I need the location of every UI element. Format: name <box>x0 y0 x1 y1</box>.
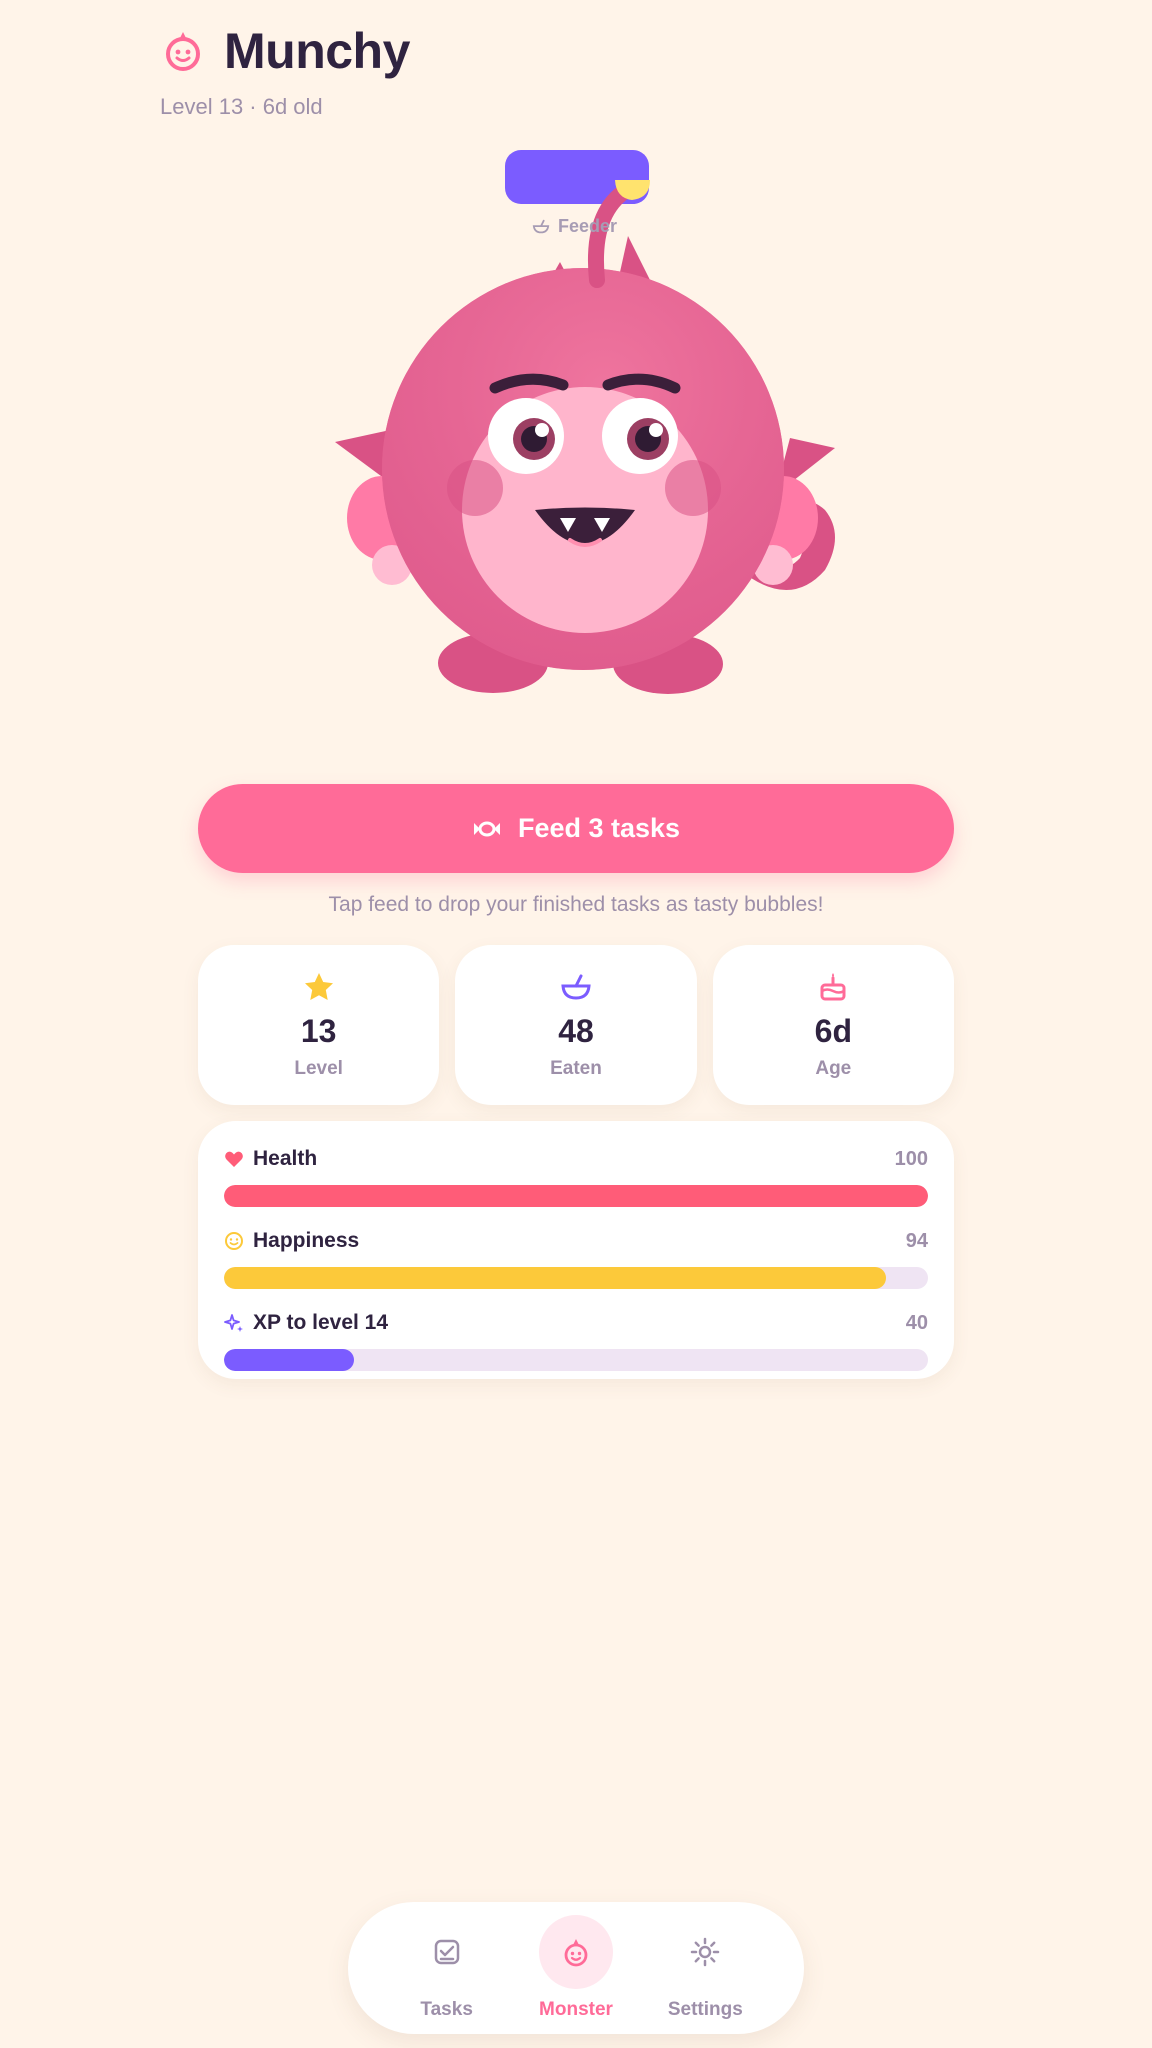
stat-label: Eaten <box>550 1057 602 1079</box>
nav-item-tasks[interactable]: Tasks <box>387 1915 507 2021</box>
settings-gear-icon <box>691 1937 720 1967</box>
header: Munchy Level 13 · 6d old <box>160 22 410 120</box>
nav-label-monster: Monster <box>539 1999 613 2020</box>
sparkle-icon <box>224 1314 243 1332</box>
stat-card-age: 6d Age <box>712 945 954 1105</box>
nav-icon-wrap <box>410 1915 484 1989</box>
happiness-row: Happiness 94 <box>224 1229 928 1289</box>
title-row: Munchy <box>160 22 410 80</box>
nav-icon-wrap-active <box>538 1915 613 1989</box>
nav-label-tasks: Tasks <box>420 1999 473 2020</box>
nav-label-settings: Settings <box>667 1999 743 2020</box>
page-subtitle: Level 13 · 6d old <box>160 94 323 119</box>
tasks-checkbox-icon <box>434 1939 459 1965</box>
stat-card-level: 13 Level <box>198 945 440 1105</box>
stat-card-eaten: 48 Eaten <box>455 945 697 1105</box>
xp-label: XP to level 14 <box>253 1311 389 1334</box>
heart-icon <box>225 1151 243 1167</box>
health-bar-fill <box>224 1185 928 1207</box>
health-bar-track <box>224 1185 928 1207</box>
xp-row: XP to level 14 40 <box>224 1311 928 1371</box>
xp-bar-track <box>224 1349 928 1371</box>
feeder-label: Feeder <box>532 216 617 237</box>
stat-label: Age <box>815 1057 852 1079</box>
xp-bar-fill <box>224 1349 355 1371</box>
star-icon <box>304 972 333 1000</box>
bottom-nav: Tasks Monster Settings <box>348 1902 804 2034</box>
vitals-card: Health 100 Happiness 94 XP to level 14 4… <box>198 1121 954 1379</box>
feed-button-label: Feed 3 tasks <box>517 813 681 843</box>
monster-stage: Feeder <box>320 140 860 720</box>
happiness-value: 94 <box>905 1229 928 1252</box>
stat-value: 6d <box>814 1012 852 1049</box>
stat-label: Level <box>294 1057 343 1079</box>
nav-item-monster[interactable]: Monster <box>516 1915 636 2021</box>
smile-icon <box>225 1232 243 1250</box>
bowl-icon <box>532 219 550 233</box>
happiness-bar-track <box>224 1267 928 1289</box>
feed-hint: Tap feed to drop your finished tasks as … <box>328 893 824 916</box>
stats-row: 13 Level 48 Eaten 6d Age <box>198 945 954 1105</box>
health-row: Health 100 <box>224 1147 928 1207</box>
stat-value: 13 <box>300 1012 337 1049</box>
happiness-label: Happiness <box>253 1229 360 1252</box>
nav-icon-wrap <box>668 1915 742 1989</box>
monster-face-icon <box>564 1939 588 1967</box>
nav-item-settings[interactable]: Settings <box>645 1915 765 2021</box>
feed-button[interactable]: Feed 3 tasks <box>198 784 954 873</box>
candy-icon <box>473 821 500 836</box>
bowl-icon <box>561 974 591 1000</box>
cake-icon <box>820 972 846 1000</box>
app-screen: Munchy Level 13 · 6d old Feeder Feed 3 t… <box>0 0 1152 2048</box>
happiness-bar-fill <box>224 1267 886 1289</box>
monster-face-icon <box>166 32 200 71</box>
stat-value: 48 <box>558 1012 594 1049</box>
xp-value: 40 <box>905 1311 928 1334</box>
page-title: Munchy <box>224 23 410 79</box>
health-value: 100 <box>894 1147 928 1170</box>
feeder-label-text: Feeder <box>558 216 618 236</box>
health-label: Health <box>253 1147 318 1170</box>
